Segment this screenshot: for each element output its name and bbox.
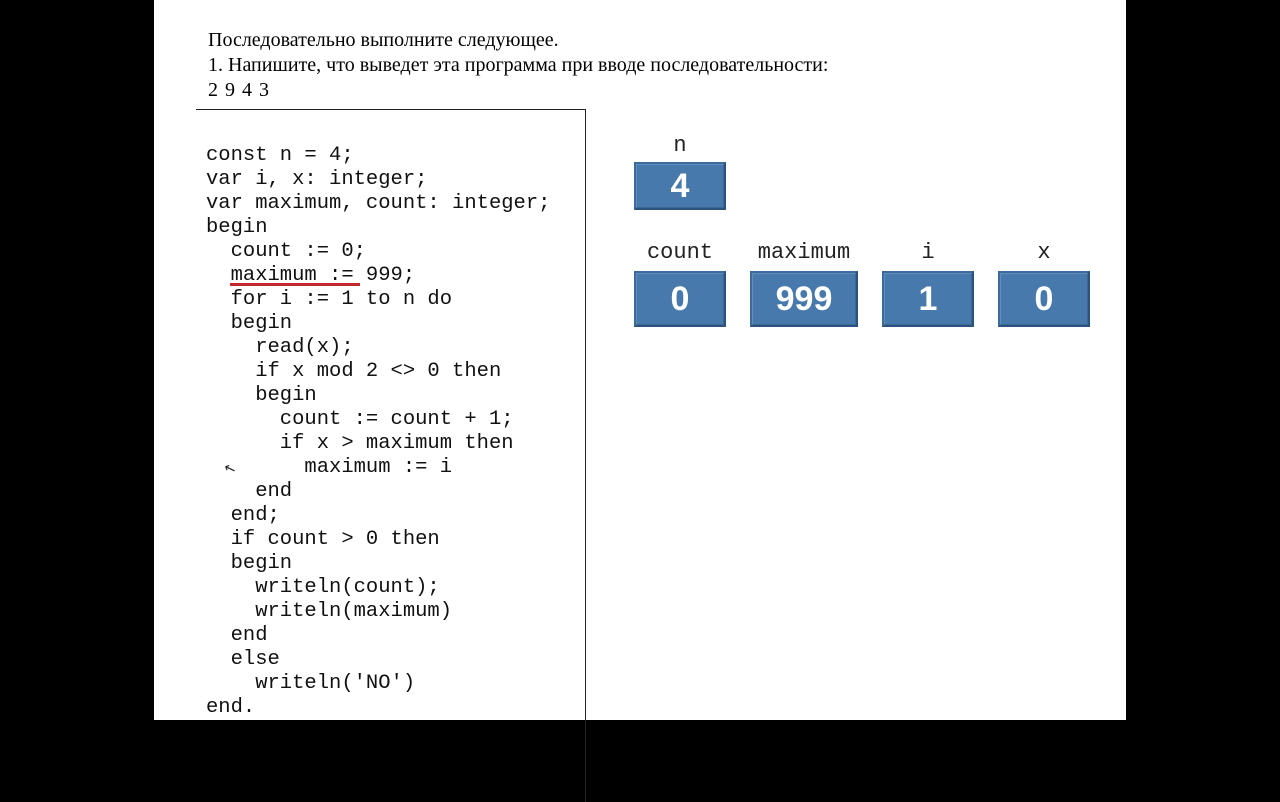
var-box-i: 1 [882,271,974,327]
code-line: writeln('NO') [206,672,415,695]
code-line: read(x); [206,336,354,359]
code-listing: const n = 4; var i, x: integer; var maxi… [196,109,586,802]
code-line: else [206,648,280,671]
var-label-count: count [647,240,713,265]
code-line: end. [206,696,255,719]
var-label-x: x [1037,240,1050,265]
code-line: const n = 4; [206,144,354,167]
header-line-2: 1. Напишите, что выведет эта программа п… [208,53,1072,78]
code-line: count := 0; [206,240,366,263]
code-line: begin [206,216,268,239]
highlight-underline [230,283,360,286]
input-sequence: 2 9 4 3 [208,78,1072,103]
code-line: count := count + 1; [206,408,514,431]
page: Последовательно выполните следующее. 1. … [154,0,1126,720]
code-line: if count > 0 then [206,528,440,551]
code-line: begin [206,384,317,407]
variables-panel: n 4 count 0 maximum 999 i 1 x [586,109,1090,802]
code-line: end [206,480,292,503]
code-line: if x mod 2 <> 0 then [206,360,501,383]
code-line: writeln(count); [206,576,440,599]
code-line: begin [206,552,292,575]
var-label-maximum: maximum [758,240,850,265]
var-box-maximum: 999 [750,271,858,327]
code-line: begin [206,312,292,335]
var-box-count: 0 [634,271,726,327]
code-line: for i := 1 to n do [206,288,452,311]
code-line: end [206,624,268,647]
content-row: const n = 4; var i, x: integer; var maxi… [154,109,1126,802]
header-line-1: Последовательно выполните следующее. [208,28,1072,53]
code-line: maximum := i [206,456,452,479]
var-row-main: count 0 maximum 999 i 1 x 0 [634,240,1090,327]
var-box-n: 4 [634,162,726,210]
var-box-x: 0 [998,271,1090,327]
var-label-n: n [634,133,726,158]
code-line: end; [206,504,280,527]
code-line: if x > maximum then [206,432,514,455]
task-header: Последовательно выполните следующее. 1. … [154,0,1126,109]
code-line: var i, x: integer; [206,168,427,191]
var-label-i: i [921,240,934,265]
code-line: var maximum, count: integer; [206,192,550,215]
var-row-n: n 4 [634,133,1090,210]
code-line: writeln(maximum) [206,600,452,623]
